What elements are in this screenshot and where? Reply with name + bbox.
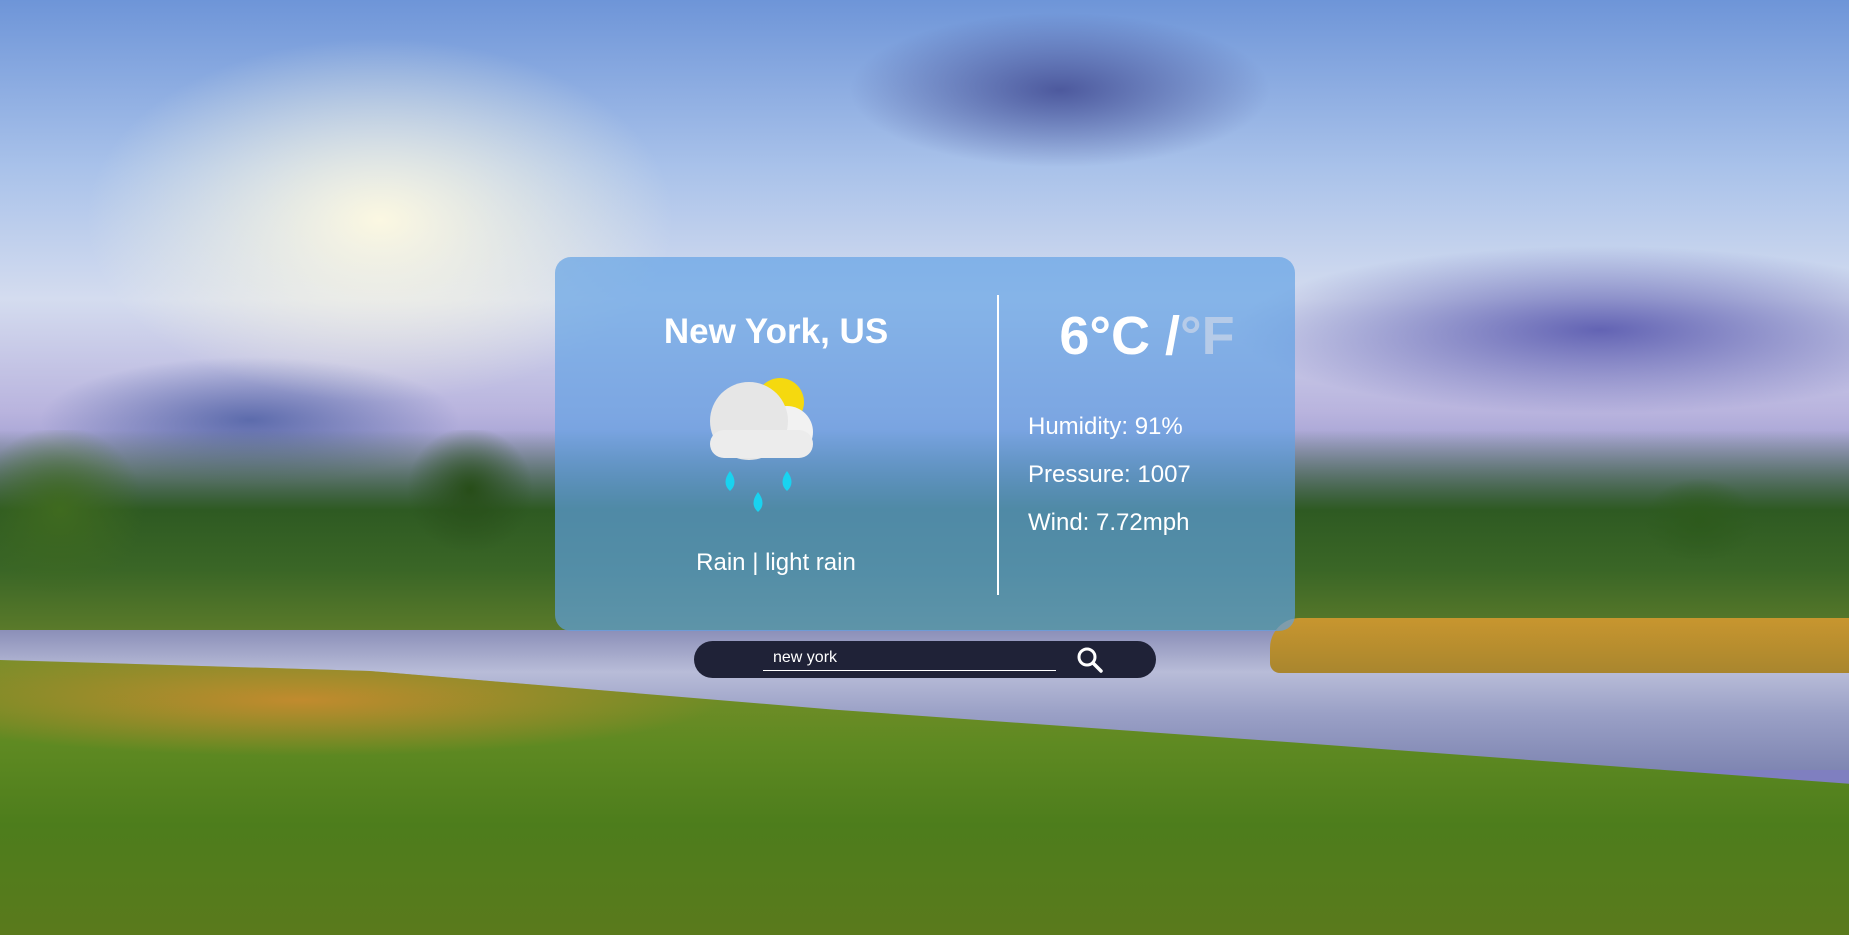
- pressure-value: Pressure: 1007: [1028, 461, 1191, 488]
- weather-condition: Rain | light rain: [696, 549, 856, 576]
- city-name: New York, US: [663, 312, 889, 351]
- search-input[interactable]: [763, 646, 1056, 671]
- weather-details: Humidity: 91% Pressure: 1007 Wind: 7.72m…: [1028, 413, 1288, 557]
- rain-with-sun-icon: [710, 378, 813, 512]
- weather-card: New York, US Rain | light rain 6°C /°F H…: [555, 257, 1295, 631]
- wind-value: Wind: 7.72mph: [1028, 509, 1190, 536]
- background-far-grass: [1270, 618, 1849, 673]
- humidity-value: Humidity: 91%: [1028, 413, 1183, 440]
- search-bar: [694, 641, 1156, 678]
- search-icon[interactable]: [1076, 646, 1104, 674]
- temperature-celsius[interactable]: 6°C: [1059, 306, 1150, 366]
- weather-summary: New York, US Rain | light rain: [555, 257, 997, 631]
- temperature-separator: /: [1150, 306, 1181, 366]
- temperature: 6°C /°F: [999, 305, 1295, 367]
- unit-fahrenheit-toggle[interactable]: °F: [1180, 306, 1235, 366]
